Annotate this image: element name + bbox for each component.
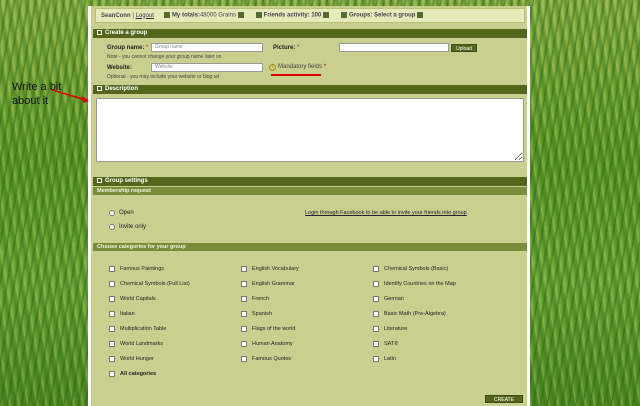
category-checkbox[interactable]: Latin (373, 356, 396, 362)
category-checkbox[interactable]: Literature (373, 326, 407, 332)
create-icon (97, 30, 102, 35)
description-icon (97, 86, 102, 91)
expand-icon (238, 12, 244, 18)
create-group-header: Create a group (93, 29, 527, 38)
category-checkbox[interactable]: Basic Math (Pre-Algebra) (373, 311, 446, 317)
picture-input[interactable] (339, 43, 449, 52)
category-checkbox[interactable]: World Hunger (109, 356, 154, 362)
radio-button[interactable] (109, 210, 115, 216)
category-checkbox[interactable]: Chemical Symbols (Full List) (109, 281, 190, 287)
settings-icon (97, 178, 102, 183)
category-checkbox[interactable]: Identify Countries on the Map (373, 281, 456, 287)
categories-header: Choose categories for your group (93, 243, 527, 251)
all-categories-checkbox[interactable]: All categories (109, 371, 156, 377)
groups-icon (341, 12, 347, 18)
radio-invite-only[interactable]: Invite only (109, 224, 146, 230)
create-button[interactable]: CREATE (485, 395, 523, 403)
facebook-login-link[interactable]: Login through Facebook to be able to inv… (305, 210, 467, 216)
group-name-note: Note - you cannot change your group name… (107, 54, 222, 60)
category-checkbox[interactable]: English Vocabulary (241, 266, 299, 272)
category-checkbox[interactable]: Italian (109, 311, 135, 317)
category-checkbox[interactable]: World Landmarks (109, 341, 163, 347)
website-input[interactable]: Website (151, 63, 263, 72)
category-checkbox[interactable]: Famous Paintings (109, 266, 164, 272)
friends-icon (256, 12, 262, 18)
category-checkbox[interactable]: SAT® (373, 341, 398, 347)
category-checkbox[interactable]: Flags of the world (241, 326, 295, 332)
category-checkbox[interactable]: German (373, 296, 404, 302)
radio-open[interactable]: Open (109, 210, 134, 216)
website-label: Website: (107, 65, 132, 71)
groups-menu[interactable]: Groups: Select a group (341, 12, 425, 19)
category-checkbox[interactable]: Famous Quotes (241, 356, 291, 362)
info-icon: i (269, 64, 276, 71)
group-settings-header: Group settings (93, 177, 527, 186)
membership-header: Membership request (93, 187, 527, 195)
username: SeanConn (101, 13, 131, 19)
mandatory-fields-note: iMandatory fields * (269, 64, 326, 71)
picture-label: Picture: * (273, 45, 299, 51)
my-totals[interactable]: My totals:48000 Grains (164, 12, 246, 19)
main-panel: SeanConn | Logout My totals:48000 Grains… (88, 6, 530, 406)
top-bar: SeanConn | Logout My totals:48000 Grains… (95, 8, 525, 23)
expand-icon (417, 12, 423, 18)
expand-icon (323, 12, 329, 18)
group-name-label: Group name: * (107, 45, 148, 51)
category-checkbox[interactable]: Human Anatomy (241, 341, 293, 347)
radio-button[interactable] (109, 224, 115, 230)
category-checkbox[interactable]: French (241, 296, 269, 302)
upload-button[interactable]: Upload (451, 44, 477, 52)
description-textarea[interactable] (96, 98, 524, 162)
category-checkbox[interactable]: Chemical Symbols (Basic) (373, 266, 448, 272)
category-checkbox[interactable]: Spanish (241, 311, 272, 317)
annotation-arrow-icon (52, 86, 92, 106)
category-checkbox[interactable]: World Capitals (109, 296, 156, 302)
description-header: Description (93, 85, 527, 94)
logout-link[interactable]: Logout (136, 13, 154, 19)
friends-activity[interactable]: Friends activity: 100 (256, 12, 331, 19)
website-note: Optional - you may include your website … (107, 74, 219, 80)
category-checkbox[interactable]: English Grammar (241, 281, 295, 287)
group-name-input[interactable]: Group name (151, 43, 263, 52)
totals-icon (164, 12, 170, 18)
category-checkbox[interactable]: Multiplication Table (109, 326, 166, 332)
annotation-underline (271, 74, 321, 76)
